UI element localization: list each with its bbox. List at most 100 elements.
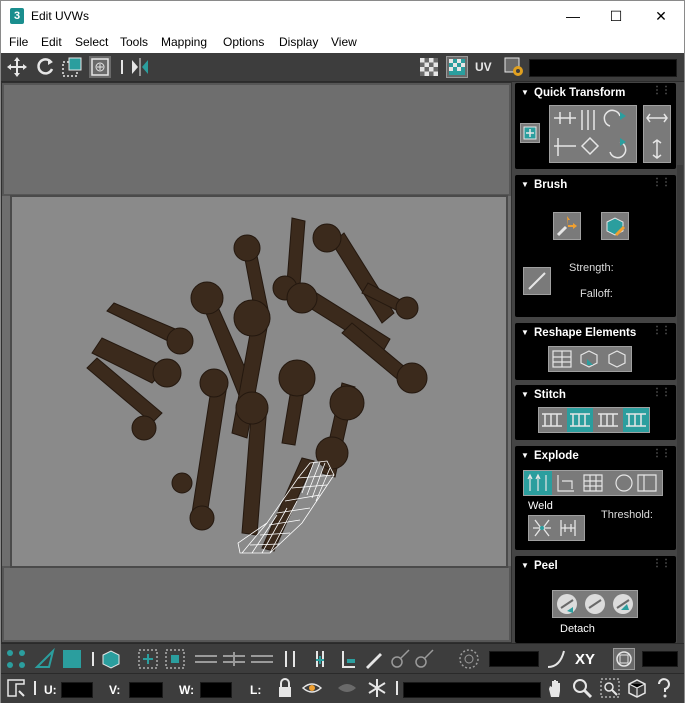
explode-buttons[interactable]	[523, 470, 663, 496]
panel-scrollbar[interactable]	[677, 165, 683, 643]
brush-falloff-button[interactable]	[523, 267, 551, 295]
texture-settings-icon[interactable]	[503, 56, 525, 78]
soft-select-icons[interactable]	[389, 648, 437, 670]
menu-options[interactable]: Options	[223, 35, 264, 49]
soft-select-value-field[interactable]	[489, 651, 539, 667]
menu-edit[interactable]: Edit	[41, 35, 62, 49]
loop-ring-icons[interactable]	[193, 648, 275, 670]
reshape-buttons[interactable]	[548, 346, 632, 372]
menu-select[interactable]: Select	[75, 35, 108, 49]
rollout-quick-transform: ▼ Quick Transform ⋮⋮	[515, 83, 676, 169]
bottom-toolbar-2: U: V: W: L:	[1, 673, 684, 703]
select-overlap-icon[interactable]	[338, 648, 360, 670]
title-bar: 3 Edit UVWs — ☐ ✕	[1, 1, 684, 32]
pixel-snap-icon[interactable]	[613, 648, 635, 670]
lock-icon[interactable]	[274, 677, 296, 699]
paint-relax-button[interactable]	[601, 212, 629, 240]
bottom-toolbar-1: XY	[1, 643, 684, 673]
paint-select-icon[interactable]	[363, 648, 385, 670]
align-center-button[interactable]	[520, 123, 540, 143]
uv-editor-viewport[interactable]	[1, 82, 512, 643]
menu-display[interactable]: Display	[279, 35, 318, 49]
v-label: V:	[109, 683, 121, 697]
v-coordinate-field[interactable]	[129, 682, 163, 698]
align-buttons[interactable]	[643, 105, 671, 163]
close-button[interactable]: ✕	[638, 1, 684, 32]
rollout-reshape-elements: ▼ Reshape Elements ⋮⋮	[515, 323, 676, 380]
uv-label[interactable]: UV	[475, 56, 499, 78]
zoom-region-icon[interactable]	[599, 677, 621, 699]
xy-label[interactable]: XY	[575, 651, 595, 668]
strength-label: Strength:	[569, 262, 614, 274]
zoom-extents-icon[interactable]	[626, 677, 648, 699]
separator-icon	[117, 56, 127, 78]
menu-mapping[interactable]: Mapping	[161, 35, 207, 49]
rollout-brush: ▼ Brush ⋮⋮ Strength: Falloff:	[515, 175, 676, 317]
maximize-button[interactable]: ☐	[593, 1, 639, 32]
freeze-icon[interactable]	[366, 677, 388, 699]
separator-icon	[89, 648, 97, 670]
weld-label: Weld	[528, 500, 553, 512]
select-vertex-icon[interactable]	[5, 648, 27, 670]
weld-buttons[interactable]	[528, 515, 585, 541]
edit-uvws-window: 3 Edit UVWs — ☐ ✕ File Edit Select Tools…	[0, 0, 685, 703]
freeform-icon[interactable]	[89, 56, 111, 78]
rollout-peel: ▼ Peel ⋮⋮ Detach	[515, 556, 676, 643]
threshold-label: Threshold:	[601, 509, 653, 521]
w-coordinate-field[interactable]	[200, 682, 232, 698]
menu-file[interactable]: File	[9, 35, 28, 49]
rollout-header[interactable]: ▼ Stitch ⋮⋮	[515, 385, 676, 405]
paint-move-button[interactable]	[553, 212, 581, 240]
rollout-header[interactable]: ▼ Peel ⋮⋮	[515, 556, 676, 576]
rollout-header[interactable]: ▼ Reshape Elements ⋮⋮	[515, 323, 676, 343]
peel-buttons[interactable]	[552, 590, 638, 618]
help-icon[interactable]	[653, 677, 675, 699]
rotate-icon[interactable]	[34, 56, 56, 78]
u-coordinate-field[interactable]	[61, 682, 93, 698]
w-label: W:	[179, 683, 195, 697]
hide-icon[interactable]	[336, 677, 358, 699]
pan-icon[interactable]	[545, 677, 567, 699]
falloff-curve-icon[interactable]	[545, 648, 567, 670]
separator-icon	[31, 677, 39, 699]
shrink-selection-icon[interactable]	[164, 648, 186, 670]
visibility-icon[interactable]	[301, 677, 323, 699]
separator-icon	[393, 677, 401, 699]
transform-mode-icon[interactable]	[5, 677, 27, 699]
rollout-header[interactable]: ▼ Quick Transform ⋮⋮	[515, 83, 676, 103]
angle-value-field[interactable]	[642, 651, 678, 667]
falloff-label: Falloff:	[580, 288, 613, 300]
move-icon[interactable]	[6, 56, 28, 78]
rollout-header[interactable]: ▼ Explode ⋮⋮	[515, 446, 676, 466]
stitch-buttons[interactable]	[538, 407, 650, 433]
top-toolbar: UV	[1, 53, 684, 82]
right-panel: ▼ Quick Transform ⋮⋮ ▼ Brush ⋮⋮ Strength:	[512, 82, 684, 643]
u-label: U:	[44, 683, 57, 697]
soft-selection-icon[interactable]	[458, 648, 480, 670]
checker-map-icon[interactable]	[418, 56, 440, 78]
menu-bar: File Edit Select Tools Mapping Options D…	[1, 32, 684, 53]
minimize-button[interactable]: —	[550, 1, 596, 32]
filter-selected-faces-dropdown[interactable]	[403, 682, 541, 698]
quick-transform-buttons[interactable]	[549, 105, 637, 163]
app-icon: 3	[10, 8, 24, 24]
menu-view[interactable]: View	[331, 35, 357, 49]
texture-map-icon[interactable]	[446, 56, 468, 78]
scale-icon[interactable]	[61, 56, 83, 78]
detach-label: Detach	[560, 623, 595, 635]
grow-selection-icon[interactable]	[137, 648, 159, 670]
select-element-icon[interactable]	[100, 648, 122, 670]
rollout-header[interactable]: ▼ Brush ⋮⋮	[515, 175, 676, 195]
select-face-icon[interactable]	[61, 648, 83, 670]
l-label: L:	[250, 683, 262, 697]
zoom-icon[interactable]	[571, 677, 593, 699]
texture-dropdown[interactable]	[529, 59, 677, 77]
window-title: Edit UVWs	[31, 9, 90, 23]
rollout-explode: ▼ Explode ⋮⋮ Weld Threshold:	[515, 446, 676, 550]
rollout-stitch: ▼ Stitch ⋮⋮	[515, 385, 676, 440]
select-opposite-icon[interactable]	[281, 648, 299, 670]
menu-tools[interactable]: Tools	[120, 35, 148, 49]
select-edge-icon[interactable]	[34, 648, 56, 670]
select-similar-icon[interactable]	[309, 648, 331, 670]
mirror-icon[interactable]	[129, 56, 151, 78]
